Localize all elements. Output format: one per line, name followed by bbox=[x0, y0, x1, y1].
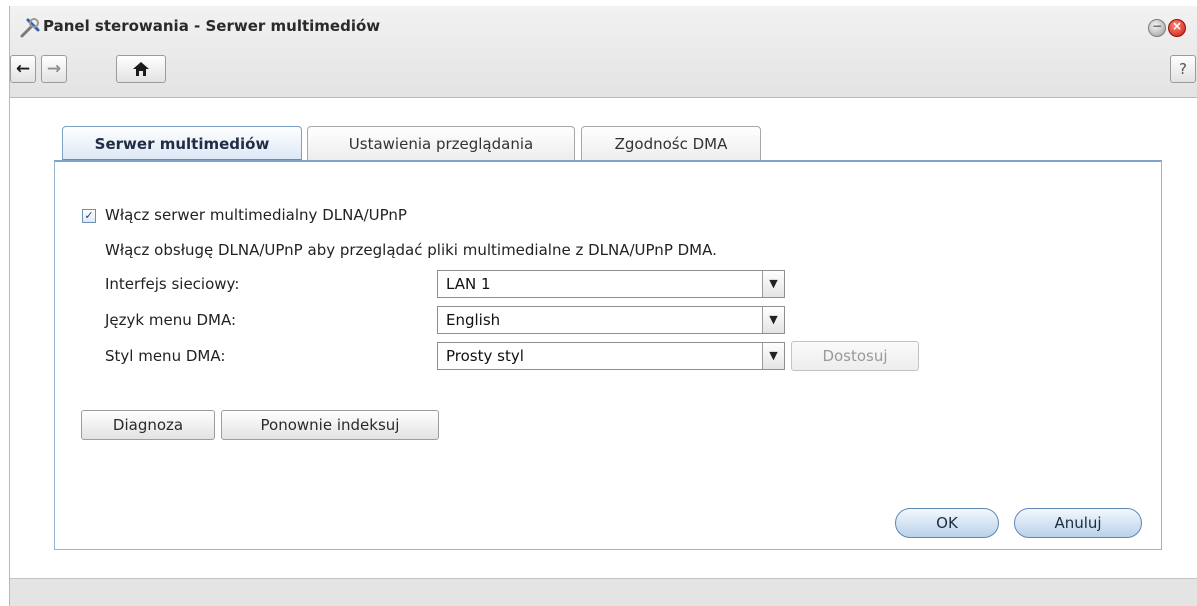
dma-style-select[interactable]: Prosty styl ▼ bbox=[437, 342, 785, 370]
title-bar: Panel sterowania - Serwer multimediów − … bbox=[10, 6, 1197, 98]
help-button[interactable]: ? bbox=[1170, 55, 1196, 83]
dma-language-select[interactable]: English ▼ bbox=[437, 306, 785, 334]
tab-media-server[interactable]: Serwer multimediów bbox=[62, 126, 302, 162]
chevron-down-icon: ▼ bbox=[762, 343, 784, 369]
chevron-down-icon: ▼ bbox=[762, 271, 784, 297]
tools-icon bbox=[20, 18, 40, 38]
customize-button[interactable]: Dostosuj bbox=[791, 341, 919, 371]
arrow-left-icon: ← bbox=[15, 59, 31, 79]
minimize-icon: − bbox=[1151, 19, 1163, 33]
enable-dlna-checkbox[interactable]: ✓ bbox=[82, 209, 96, 223]
settings-panel: ✓ Włącz serwer multimedialny DLNA/UPnP W… bbox=[54, 160, 1162, 550]
window-title: Panel sterowania - Serwer multimediów bbox=[43, 17, 381, 35]
home-icon bbox=[133, 62, 149, 76]
tab-dma-compatibility[interactable]: Zgodnośc DMA bbox=[581, 126, 761, 162]
dma-style-label: Styl menu DMA: bbox=[105, 347, 226, 365]
network-interface-value: LAN 1 bbox=[446, 275, 491, 293]
enable-dlna-label: Włącz serwer multimedialny DLNA/UPnP bbox=[105, 206, 407, 224]
forward-button[interactable]: → bbox=[41, 55, 67, 83]
description-text: Włącz obsługę DLNA/UPnP aby przeglądać p… bbox=[105, 241, 717, 259]
diagnose-button[interactable]: Diagnoza bbox=[81, 410, 215, 440]
chevron-down-icon: ▼ bbox=[762, 307, 784, 333]
network-interface-label: Interfejs sieciowy: bbox=[105, 275, 240, 293]
status-bar bbox=[10, 578, 1197, 606]
dma-language-value: English bbox=[446, 311, 501, 329]
close-icon: × bbox=[1171, 19, 1183, 33]
ok-button[interactable]: OK bbox=[895, 508, 999, 538]
cancel-button[interactable]: Anuluj bbox=[1014, 508, 1142, 538]
dma-language-label: Język menu DMA: bbox=[105, 311, 237, 329]
back-button[interactable]: ← bbox=[10, 55, 36, 83]
home-button[interactable] bbox=[116, 55, 166, 83]
control-panel-window: Panel sterowania - Serwer multimediów − … bbox=[9, 6, 1197, 606]
minimize-button[interactable]: − bbox=[1148, 19, 1166, 37]
arrow-right-icon: → bbox=[46, 59, 62, 79]
network-interface-select[interactable]: LAN 1 ▼ bbox=[437, 270, 785, 298]
reindex-button[interactable]: Ponownie indeksuj bbox=[221, 410, 439, 440]
dma-style-value: Prosty styl bbox=[446, 347, 524, 365]
close-button[interactable]: × bbox=[1168, 19, 1186, 37]
tab-browse-settings[interactable]: Ustawienia przeglądania bbox=[307, 126, 575, 162]
